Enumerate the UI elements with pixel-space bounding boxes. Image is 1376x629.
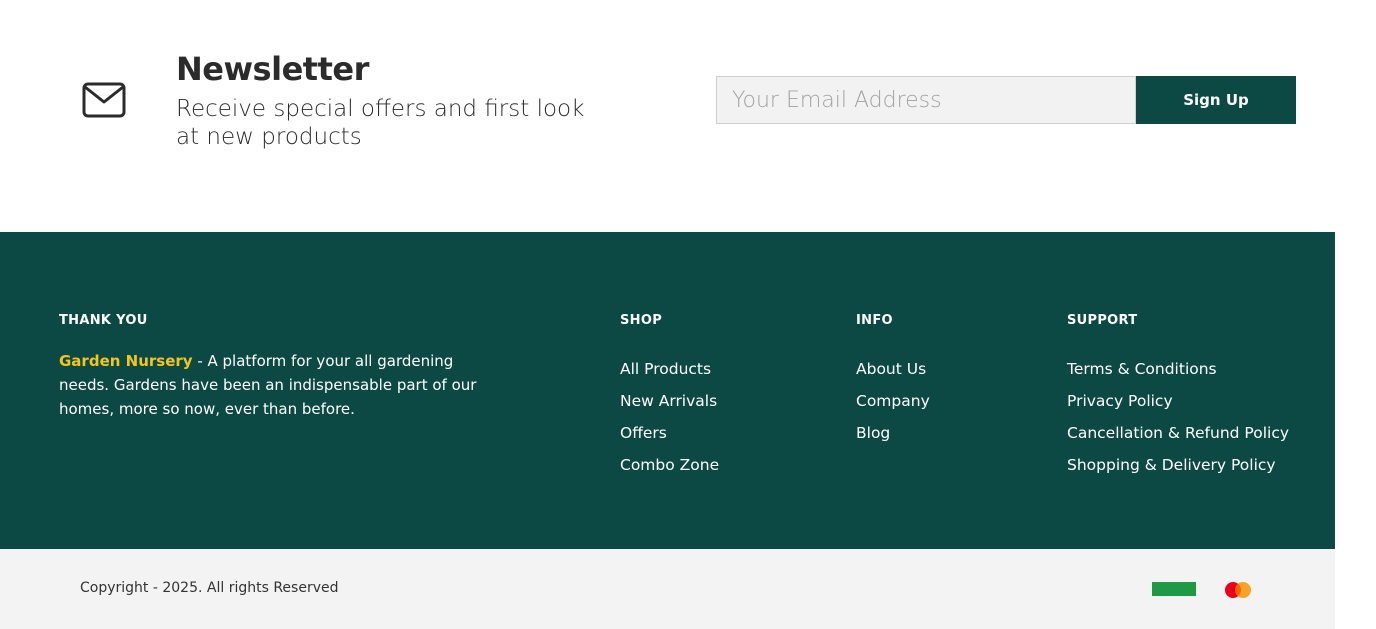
email-input[interactable] — [716, 76, 1136, 124]
newsletter-title: Newsletter — [176, 50, 369, 88]
newsletter-section: Newsletter Receive special offers and fi… — [0, 0, 1376, 232]
newsletter-subtitle: Receive special offers and first look at… — [176, 96, 585, 150]
mail-icon — [82, 82, 126, 118]
info-links: About Us Company Blog — [856, 353, 930, 449]
info-heading: INFO — [856, 313, 893, 328]
link-shopping-delivery[interactable]: Shopping & Delivery Policy — [1067, 449, 1289, 481]
link-all-products[interactable]: All Products — [620, 353, 719, 385]
link-privacy-policy[interactable]: Privacy Policy — [1067, 385, 1289, 417]
about-text: Garden Nursery - A platform for your all… — [59, 349, 499, 421]
link-cancellation-refund[interactable]: Cancellation & Refund Policy — [1067, 417, 1289, 449]
mastercard-icon — [1225, 582, 1251, 598]
shop-heading: SHOP — [620, 313, 663, 328]
bottom-bar: Copyright - 2025. All rights Reserved — [0, 549, 1335, 629]
support-links: Terms & Conditions Privacy Policy Cancel… — [1067, 353, 1289, 481]
copyright-text: Copyright - 2025. All rights Reserved — [80, 580, 339, 596]
brand-name: Garden Nursery — [59, 352, 193, 370]
about-heading: THANK YOU — [59, 313, 148, 328]
link-company[interactable]: Company — [856, 385, 930, 417]
link-terms-conditions[interactable]: Terms & Conditions — [1067, 353, 1289, 385]
link-new-arrivals[interactable]: New Arrivals — [620, 385, 719, 417]
link-offers[interactable]: Offers — [620, 417, 719, 449]
link-combo-zone[interactable]: Combo Zone — [620, 449, 719, 481]
link-blog[interactable]: Blog — [856, 417, 930, 449]
site-footer: THANK YOU Garden Nursery - A platform fo… — [0, 232, 1335, 549]
support-heading: SUPPORT — [1067, 313, 1138, 328]
signup-button[interactable]: Sign Up — [1136, 76, 1296, 124]
shop-links: All Products New Arrivals Offers Combo Z… — [620, 353, 719, 481]
link-about-us[interactable]: About Us — [856, 353, 930, 385]
green-payment-badge-icon — [1152, 582, 1196, 596]
